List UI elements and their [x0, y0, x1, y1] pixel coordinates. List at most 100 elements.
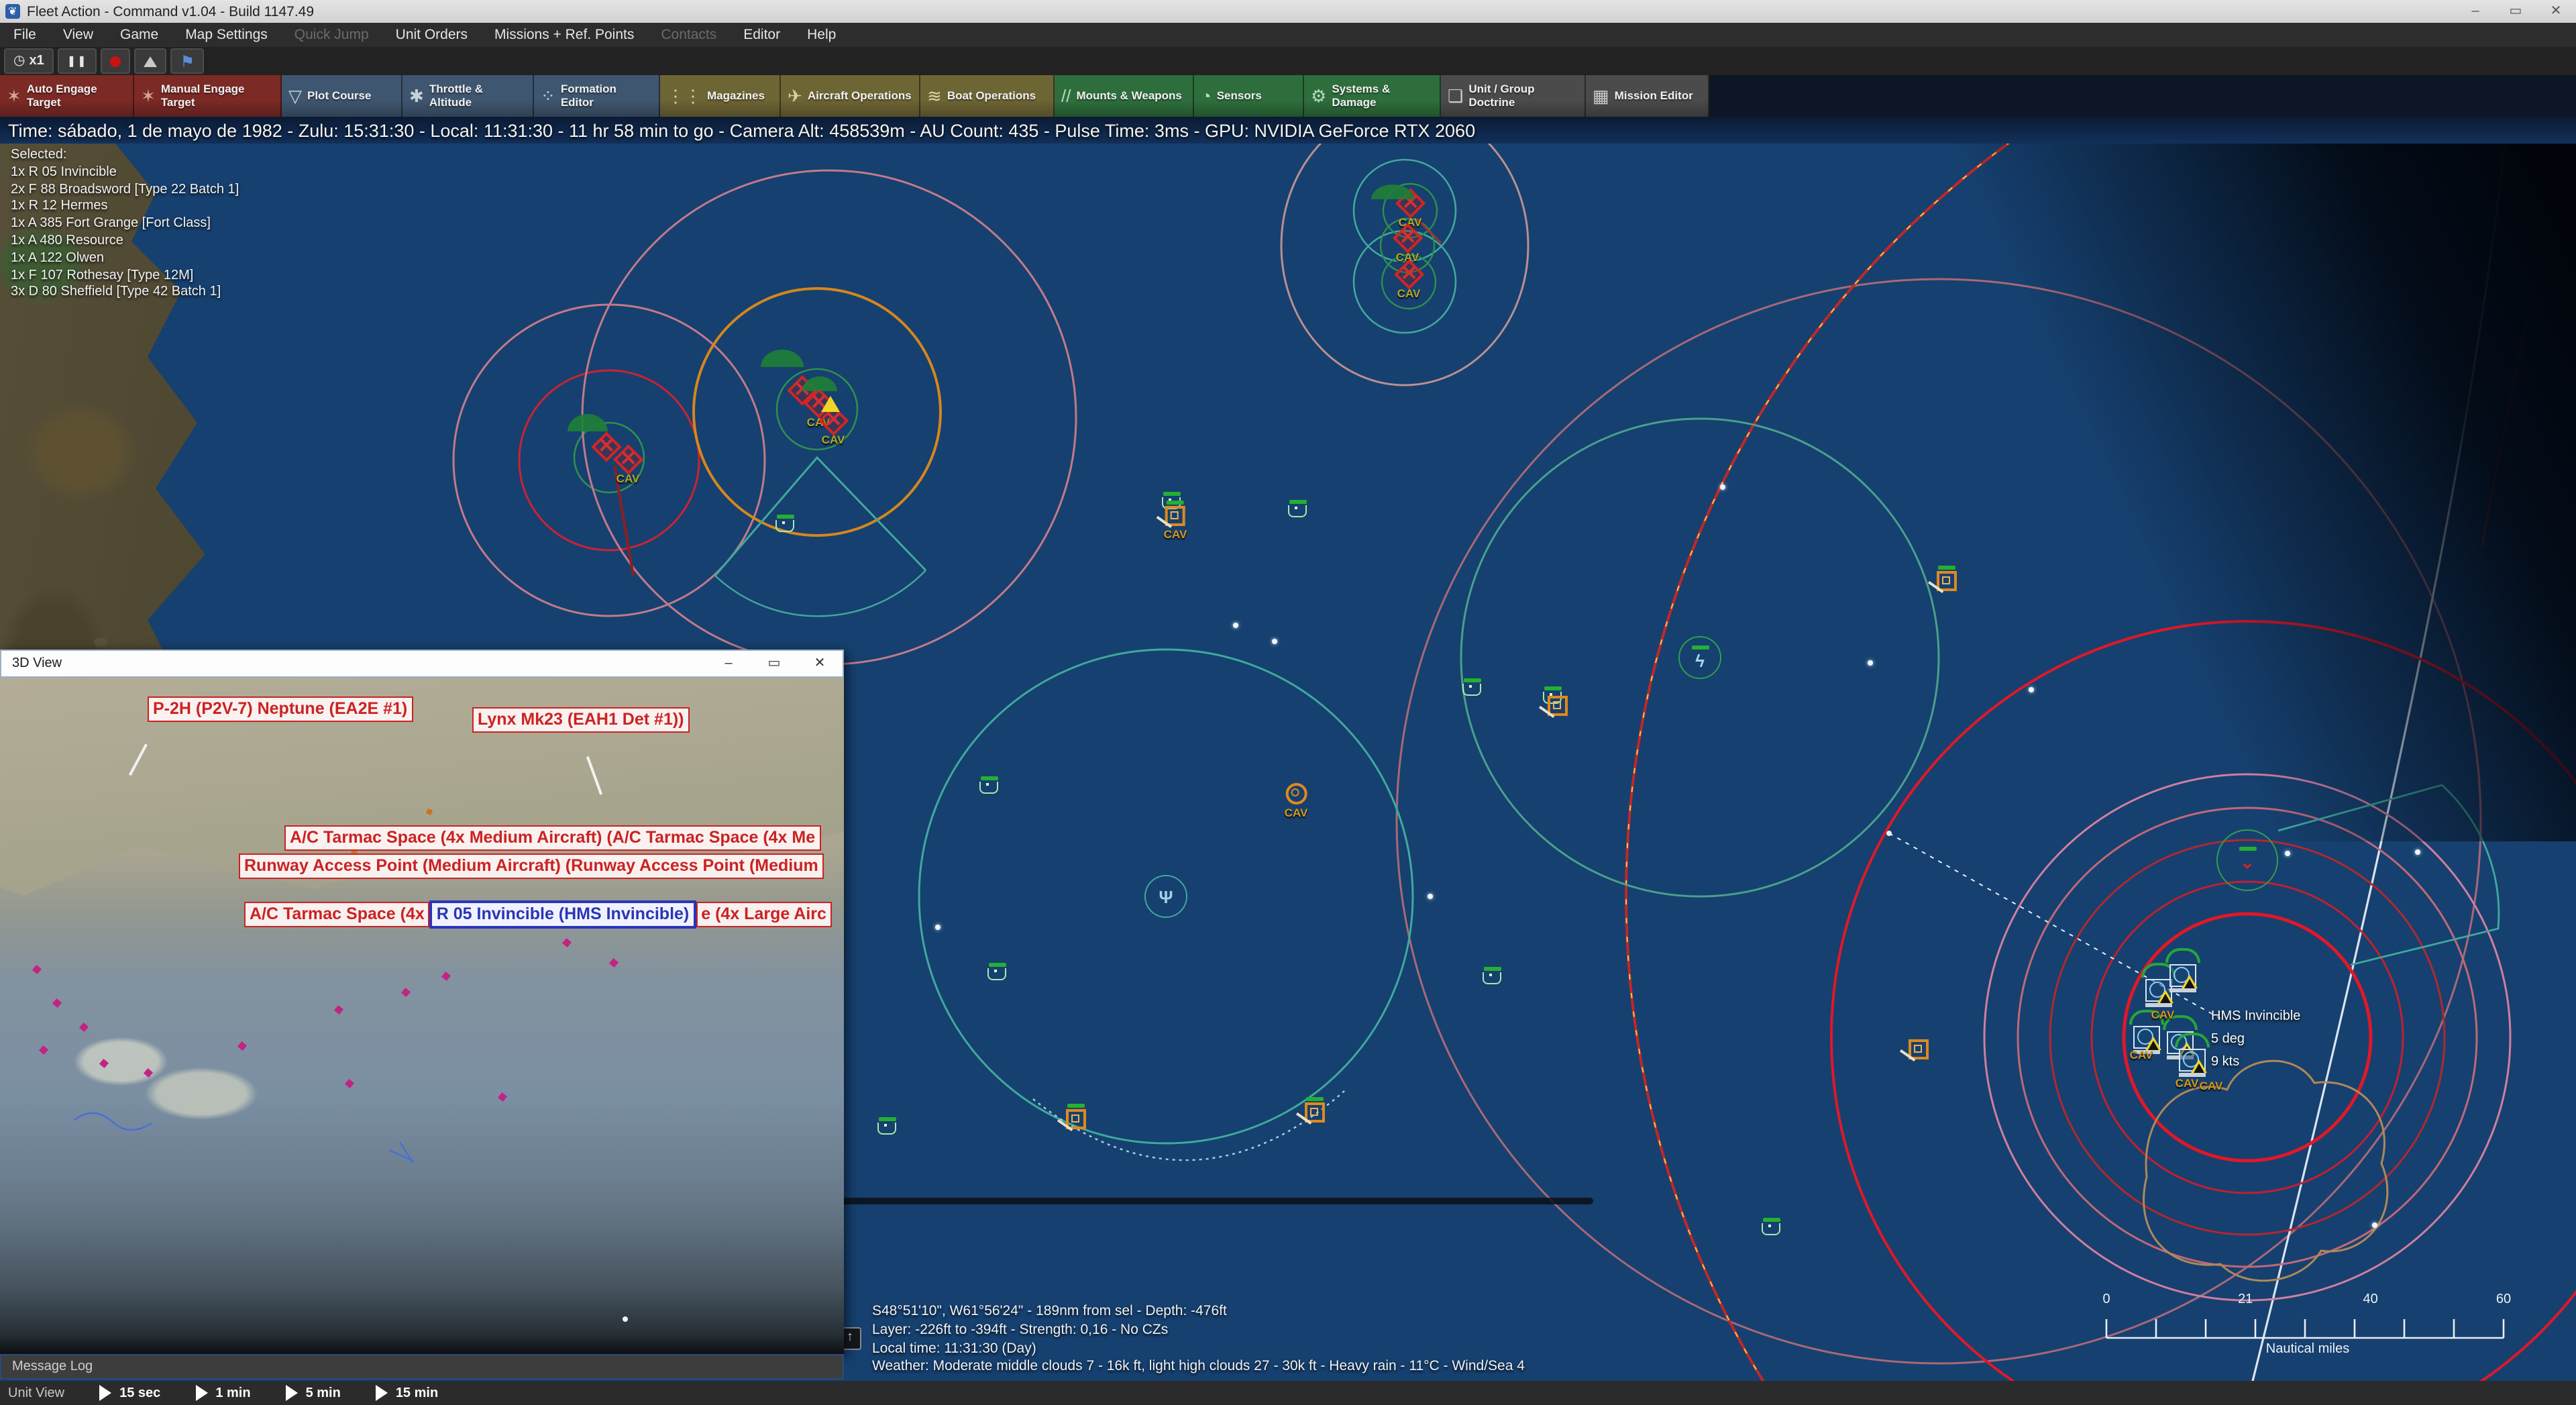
menu-item-unit-orders[interactable]: Unit Orders	[382, 23, 481, 47]
maximize-button[interactable]: ▭	[2496, 0, 2536, 23]
mounts-weapons-button[interactable]: //Mounts & Weapons	[1055, 75, 1194, 117]
contact-dot[interactable]	[1720, 484, 1725, 490]
throttle-altitude-button[interactable]: ✱Throttle & Altitude	[402, 75, 534, 117]
formation-editor-button[interactable]: ⁘Formation Editor	[534, 75, 660, 117]
label-tarmac-2b[interactable]: e (4x Large Airc	[696, 902, 832, 927]
record-icon	[111, 56, 121, 66]
unit-label: CAV	[2200, 1079, 2223, 1092]
play-icon	[286, 1385, 298, 1401]
plot-course-button[interactable]: ▽Plot Course	[282, 75, 402, 117]
magazines-button[interactable]: ⋮⋮Magazines	[660, 75, 781, 117]
friendly-ship-icon[interactable]	[2165, 948, 2200, 992]
3d-view-content[interactable]: P-2H (P2V-7) Neptune (EA2E #1) Lynx Mk23…	[0, 678, 844, 1354]
auto-engage-target-button[interactable]: ✶Auto Engage Target	[0, 75, 134, 117]
3d-view-title: 3D View	[12, 656, 62, 671]
menu-item-game[interactable]: Game	[107, 23, 172, 47]
pause-button[interactable]: ❚❚	[58, 48, 97, 74]
mission-editor-icon: ▦	[1593, 85, 1609, 107]
status-local-time: Local time: 11:31:30 (Day)	[872, 1340, 1525, 1359]
contact-dot[interactable]	[1428, 894, 1433, 899]
label-tarmac-2a[interactable]: A/C Tarmac Space (4x	[244, 902, 430, 927]
bottom-bar: Unit View 15 sec1 min5 min15 min	[0, 1381, 2576, 1405]
unknown-contact-icon[interactable]	[1066, 1104, 1086, 1129]
pause-icon: ❚❚	[67, 55, 88, 67]
label-lynx[interactable]: Lynx Mk23 (EAH1 Det #1))	[472, 707, 690, 733]
unit-label: CAV	[2176, 1076, 2199, 1090]
unknown-contact-icon[interactable]	[1305, 1097, 1325, 1123]
hostile-unit-icon[interactable]	[596, 436, 617, 458]
menu-item-help[interactable]: Help	[794, 23, 849, 47]
hostile-unit-icon[interactable]: CAV	[1396, 227, 1419, 264]
taskforce-speed: 9 kts	[2211, 1051, 2300, 1074]
3d-close-button[interactable]: ✕	[797, 651, 843, 676]
minimize-button[interactable]: –	[2455, 0, 2496, 23]
manual-engage-target-button[interactable]: ✶Manual Engage Target	[134, 75, 282, 117]
time-step-15-min[interactable]: 15 min	[376, 1385, 438, 1401]
sensors-button[interactable]: ◔Sensors	[1194, 75, 1304, 117]
label-runway[interactable]: Runway Access Point (Medium Aircraft) (R…	[239, 853, 824, 879]
friendly-ship-icon[interactable]	[2175, 1033, 2210, 1077]
close-button[interactable]: ✕	[2536, 0, 2576, 23]
time-step-15-sec[interactable]: 15 sec	[99, 1385, 160, 1401]
message-log-bar[interactable]: Message Log	[0, 1354, 844, 1380]
sonobuoy-icon[interactable]	[1483, 967, 1501, 984]
3d-minimize-button[interactable]: –	[706, 651, 751, 676]
sonobuoy-icon[interactable]	[979, 776, 998, 794]
magazines-icon: ⋮⋮	[667, 85, 702, 107]
unknown-contact-icon[interactable]	[1909, 1039, 1929, 1059]
unknown-contact-icon[interactable]	[1937, 566, 1957, 591]
systems-damage-button[interactable]: ⚙Systems & Damage	[1304, 75, 1441, 117]
unknown-contact-icon[interactable]	[1548, 696, 1568, 716]
menu-item-map-settings[interactable]: Map Settings	[172, 23, 281, 47]
sonobuoy-icon[interactable]	[775, 515, 794, 532]
sonobuoy-icon[interactable]	[987, 963, 1006, 980]
time-step-5-min[interactable]: 5 min	[286, 1385, 341, 1401]
unit-label: CAV	[2130, 1048, 2153, 1061]
contact-dot[interactable]	[2285, 851, 2290, 856]
helicopter-icon[interactable]: ϟ	[1678, 636, 1721, 679]
menu-item-editor[interactable]: Editor	[730, 23, 794, 47]
label-tarmac-1[interactable]: A/C Tarmac Space (4x Medium Aircraft) (A…	[284, 825, 820, 851]
jump-button[interactable]: ⚑	[171, 48, 205, 74]
contact-dot[interactable]	[1272, 639, 1277, 644]
sonobuoy-icon[interactable]	[1462, 678, 1481, 696]
contact-dot[interactable]	[1868, 660, 1873, 666]
fleet-action-window: ❦ Fleet Action - Command v1.04 - Build 1…	[0, 0, 2576, 1405]
3d-maximize-button[interactable]: ▭	[751, 651, 797, 676]
hostile-unit-icon[interactable]: CAV	[1397, 264, 1421, 300]
unit-group-doctrine-button[interactable]: ❏Unit / Group Doctrine	[1441, 75, 1586, 117]
plot-course-icon: ▽	[288, 85, 302, 107]
sonobuoy-icon[interactable]	[877, 1117, 896, 1135]
aircraft-operations-button[interactable]: ✈Aircraft Operations	[781, 75, 920, 117]
menu-item-missions-ref-points[interactable]: Missions + Ref. Points	[481, 23, 647, 47]
unknown-contact-icon[interactable]: CAV	[1164, 501, 1187, 541]
3d-view-title-bar[interactable]: 3D View – ▭ ✕	[0, 649, 844, 678]
menu-item-file[interactable]: File	[0, 23, 50, 47]
hostile-unit-icon[interactable]: CAV	[822, 410, 845, 446]
hostile-unit-icon[interactable]: CAV	[616, 449, 640, 485]
camera-icon	[144, 56, 158, 66]
aircraft-operations-icon: ✈	[788, 85, 802, 107]
contact-dot[interactable]	[2415, 849, 2420, 855]
menu-item-view[interactable]: View	[50, 23, 107, 47]
label-invincible[interactable]: R 05 Invincible (HMS Invincible)	[430, 900, 696, 929]
status-weather: Weather: Moderate middle clouds 7 - 16k …	[872, 1359, 1525, 1377]
contact-dot[interactable]	[2372, 1222, 2377, 1228]
boat-operations-button[interactable]: ≋Boat Operations	[920, 75, 1055, 117]
helicopter-icon[interactable]: ⌄	[2216, 829, 2278, 891]
contact-dot[interactable]	[1233, 623, 1238, 628]
unknown-contact-icon[interactable]: CAV	[1285, 783, 1308, 819]
label-neptune[interactable]: P-2H (P2V-7) Neptune (EA2E #1)	[148, 696, 413, 722]
contact-dot[interactable]	[2029, 687, 2034, 692]
time-compression-button[interactable]: ◷ x1	[4, 48, 54, 74]
time-step-1-min[interactable]: 1 min	[195, 1385, 250, 1401]
helicopter-icon[interactable]: Ψ	[1144, 875, 1187, 918]
message-log-label: Message Log	[12, 1359, 93, 1374]
sonobuoy-icon[interactable]	[1288, 500, 1307, 517]
clock-icon: ◷	[13, 54, 25, 68]
camera-button[interactable]	[135, 48, 167, 74]
sonobuoy-icon[interactable]	[1762, 1218, 1780, 1235]
contact-dot[interactable]	[935, 925, 941, 930]
record-button[interactable]	[101, 48, 131, 74]
mission-editor-button[interactable]: ▦Mission Editor	[1586, 75, 1709, 117]
